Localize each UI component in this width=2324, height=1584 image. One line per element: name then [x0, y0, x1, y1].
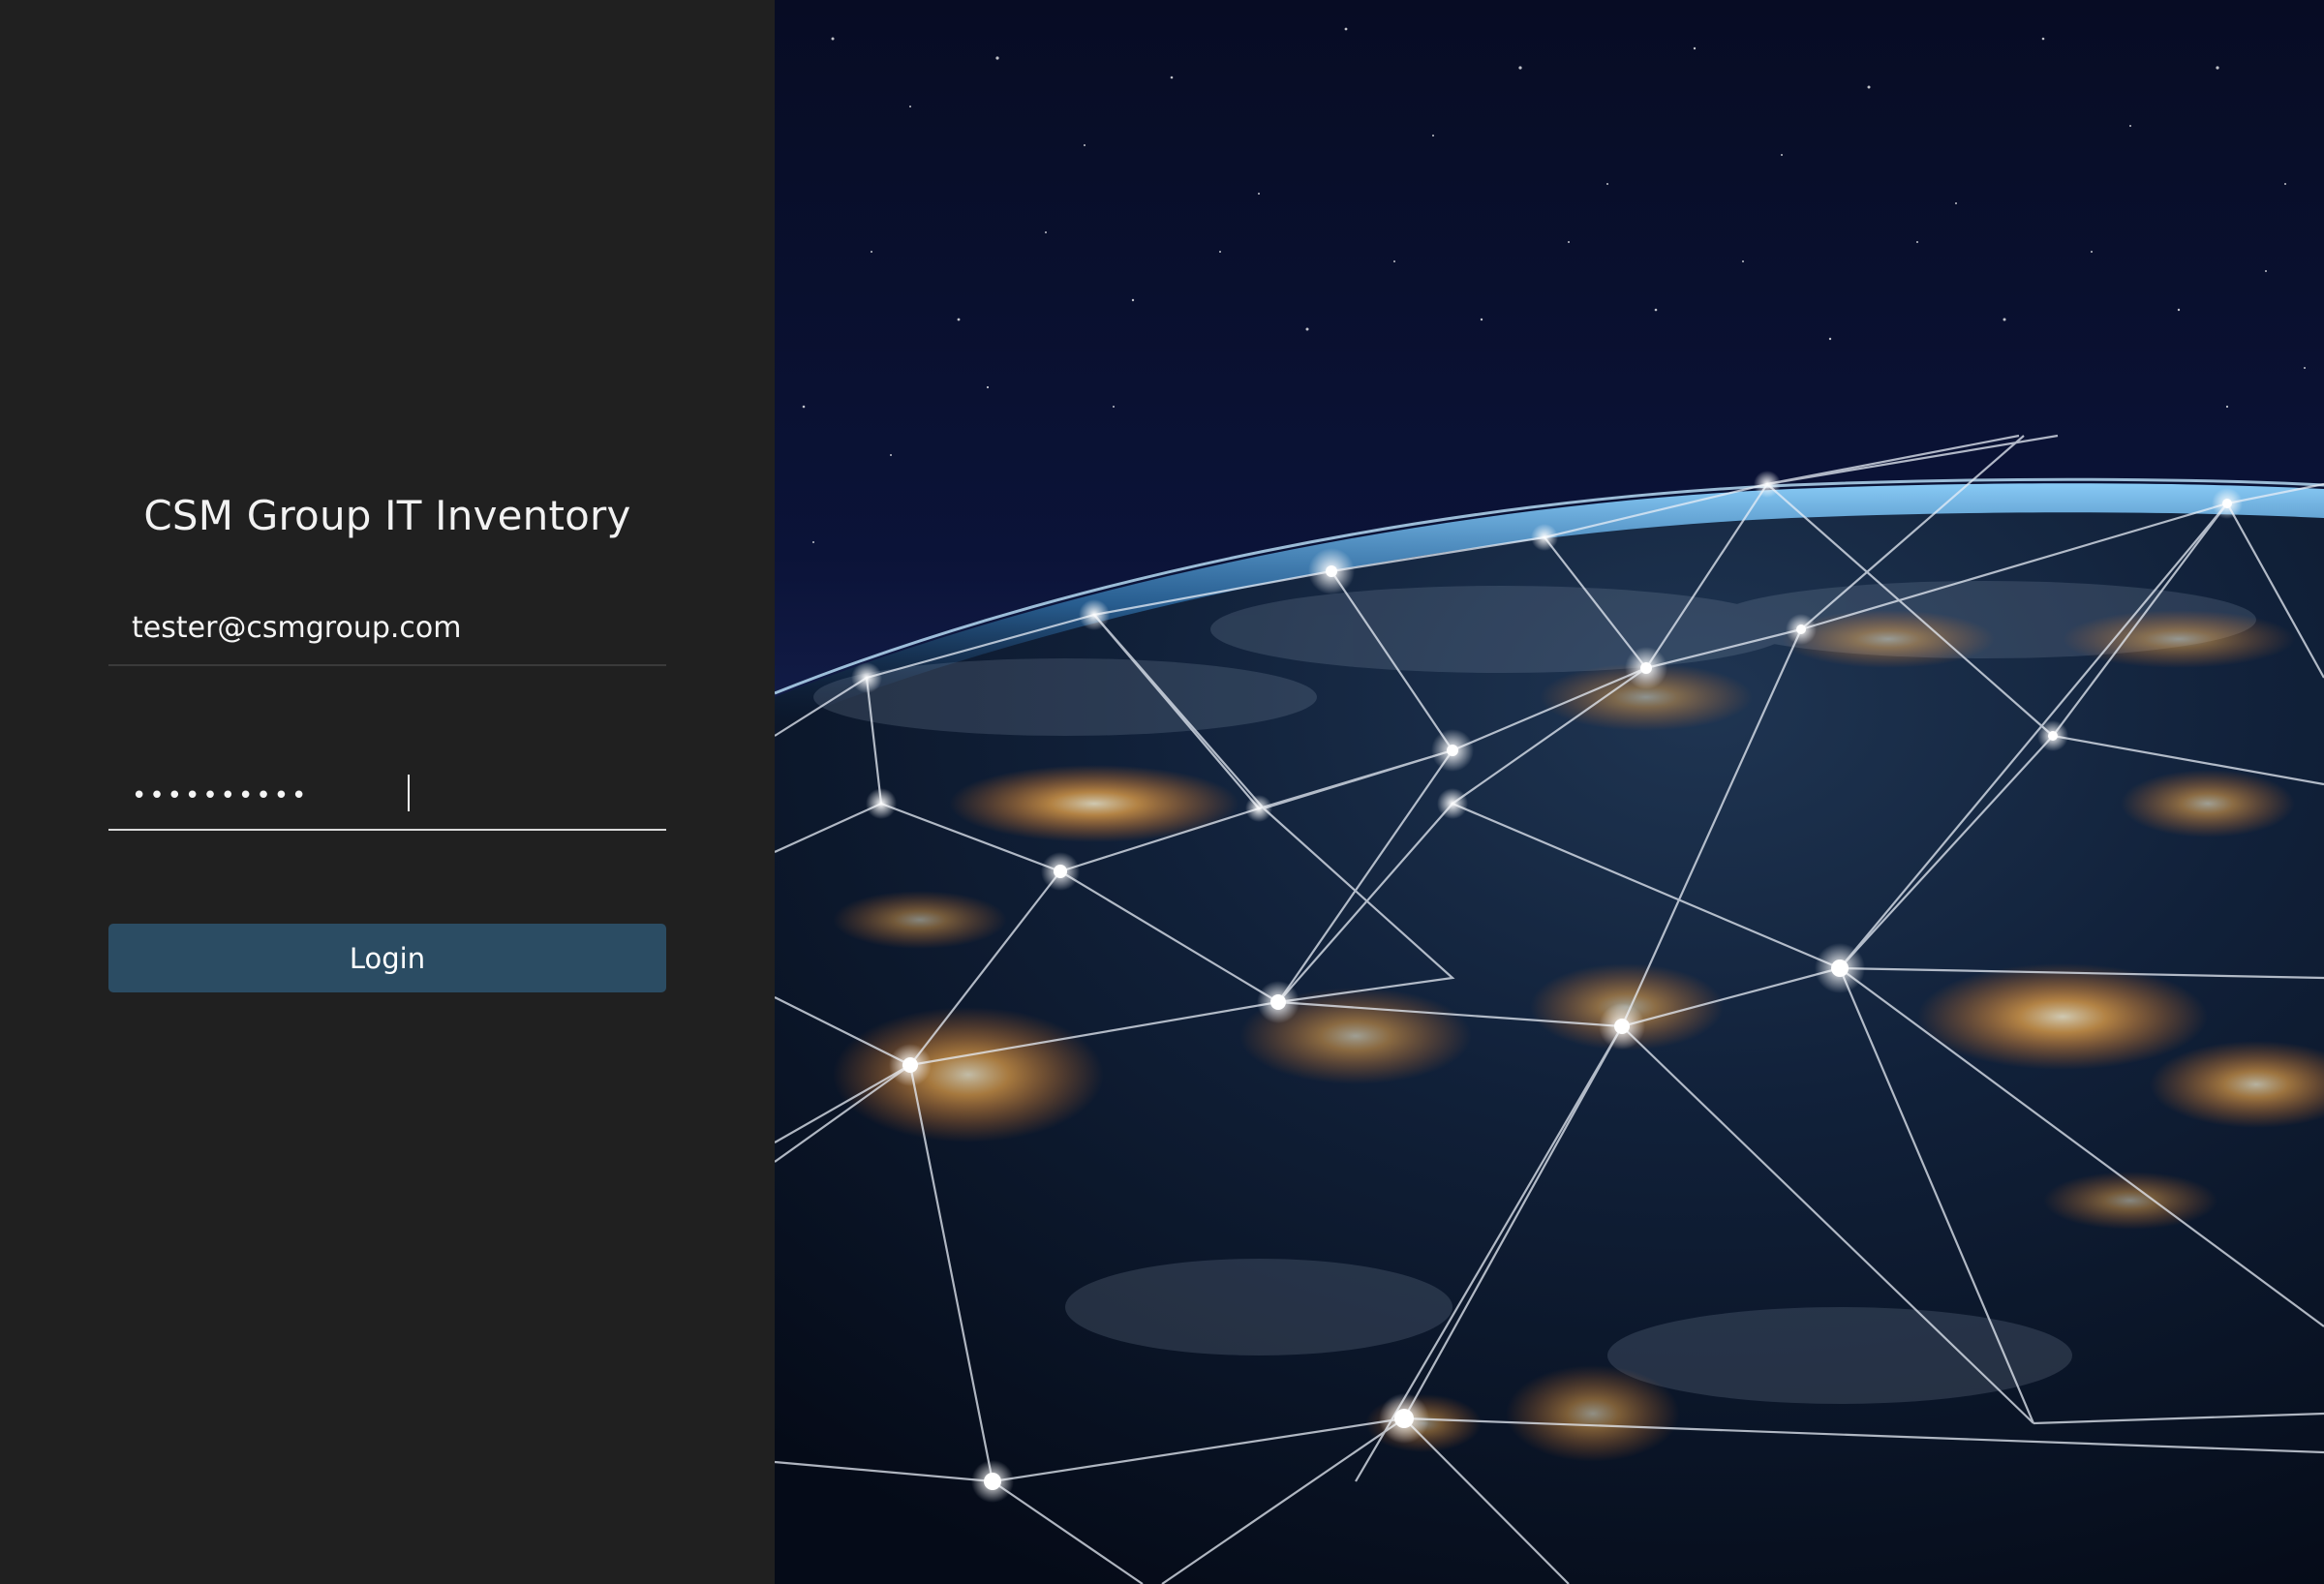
earth-at-night-network-image [775, 0, 2324, 1584]
email-input[interactable] [132, 598, 655, 656]
email-field[interactable] [108, 598, 666, 666]
hero-illustration [775, 0, 2324, 1584]
password-field[interactable] [108, 761, 666, 831]
password-input[interactable] [132, 767, 655, 825]
app-title: CSM Group IT Inventory [143, 492, 631, 539]
login-panel: CSM Group IT Inventory Login [0, 0, 775, 1584]
login-button[interactable]: Login [108, 924, 666, 992]
text-cursor [408, 775, 410, 811]
